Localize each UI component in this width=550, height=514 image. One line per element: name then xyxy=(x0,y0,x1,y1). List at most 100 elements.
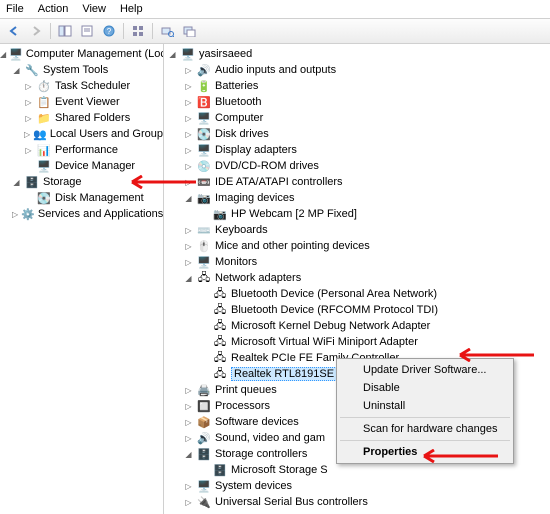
device-net2[interactable]: Bluetooth Device (RFCOMM Protocol TDI) xyxy=(231,304,438,316)
services-icon: ⚙️ xyxy=(21,207,35,221)
device-audio[interactable]: Audio inputs and outputs xyxy=(215,64,336,76)
ctx-properties[interactable]: Properties xyxy=(339,443,511,461)
device-batteries[interactable]: Batteries xyxy=(215,80,258,92)
collapse-icon[interactable]: ◢ xyxy=(184,194,193,203)
device-monitors[interactable]: Monitors xyxy=(215,256,257,268)
tree-local-users[interactable]: Local Users and Groups xyxy=(50,128,164,140)
device-usb[interactable]: Universal Serial Bus controllers xyxy=(215,496,368,508)
tree-root[interactable]: Computer Management (Local xyxy=(26,48,164,60)
expand-icon[interactable]: ▷ xyxy=(184,178,193,187)
device-sound[interactable]: Sound, video and gam xyxy=(215,432,325,444)
expand-icon[interactable]: ▷ xyxy=(24,82,33,91)
expand-icon[interactable]: ▷ xyxy=(184,258,193,267)
menu-help[interactable]: Help xyxy=(120,3,143,15)
adapter-icon: 🖧 xyxy=(212,351,228,365)
expand-icon[interactable]: ▷ xyxy=(24,146,33,155)
processor-icon: 🔲 xyxy=(196,399,212,413)
tree-storage[interactable]: Storage xyxy=(43,176,82,188)
disk-icon: 💽 xyxy=(196,127,212,141)
expand-icon[interactable]: ▷ xyxy=(184,386,193,395)
expand-icon[interactable]: ▷ xyxy=(184,402,193,411)
device-storagectl[interactable]: Storage controllers xyxy=(215,448,307,460)
menu-file[interactable]: File xyxy=(6,3,24,15)
forward-button[interactable] xyxy=(26,21,46,41)
device-net1[interactable]: Bluetooth Device (Personal Area Network) xyxy=(231,288,437,300)
show-hidden-button[interactable] xyxy=(179,21,199,41)
network-icon: 🖧 xyxy=(196,271,212,285)
ctx-uninstall[interactable]: Uninstall xyxy=(339,397,511,415)
tree-shared-folders[interactable]: Shared Folders xyxy=(55,112,130,124)
ctx-update-driver[interactable]: Update Driver Software... xyxy=(339,361,511,379)
expand-icon[interactable]: ▷ xyxy=(184,226,193,235)
device-network[interactable]: Network adapters xyxy=(215,272,301,284)
imaging-icon: 📷 xyxy=(196,191,212,205)
ide-icon: 📼 xyxy=(196,175,212,189)
expand-icon[interactable]: ▷ xyxy=(12,210,18,219)
device-msstorage[interactable]: Microsoft Storage S xyxy=(231,464,328,476)
storage-controller-icon: 🗄️ xyxy=(212,463,228,477)
expand-icon[interactable]: ▷ xyxy=(184,418,193,427)
tree-disk-management[interactable]: Disk Management xyxy=(55,192,144,204)
device-bluetooth[interactable]: Bluetooth xyxy=(215,96,261,108)
device-print[interactable]: Print queues xyxy=(215,384,277,396)
device-webcam[interactable]: HP Webcam [2 MP Fixed] xyxy=(231,208,357,220)
tree-device-manager[interactable]: Device Manager xyxy=(55,160,135,172)
tree-services[interactable]: Services and Applications xyxy=(38,208,163,220)
device-software[interactable]: Software devices xyxy=(215,416,299,428)
device-disk[interactable]: Disk drives xyxy=(215,128,269,140)
device-net3[interactable]: Microsoft Kernel Debug Network Adapter xyxy=(231,320,430,332)
device-computer[interactable]: Computer xyxy=(215,112,263,124)
properties-button[interactable] xyxy=(77,21,97,41)
expand-icon[interactable]: ▷ xyxy=(24,114,33,123)
help-button[interactable]: ? xyxy=(99,21,119,41)
menu-view[interactable]: View xyxy=(82,3,106,15)
collapse-icon[interactable]: ◢ xyxy=(12,66,21,75)
collapse-icon[interactable]: ◢ xyxy=(12,178,21,187)
device-net4[interactable]: Microsoft Virtual WiFi Miniport Adapter xyxy=(231,336,418,348)
collapse-icon[interactable]: ◢ xyxy=(0,50,6,59)
ctx-scan[interactable]: Scan for hardware changes xyxy=(339,420,511,438)
menu-action[interactable]: Action xyxy=(38,3,69,15)
view-icons-button[interactable] xyxy=(128,21,148,41)
device-mice[interactable]: Mice and other pointing devices xyxy=(215,240,370,252)
tree-event-viewer[interactable]: Event Viewer xyxy=(55,96,120,108)
expand-icon[interactable]: ▷ xyxy=(24,130,30,139)
device-root[interactable]: yasirsaeed xyxy=(199,48,252,60)
dvd-icon: 💿 xyxy=(196,159,212,173)
expand-icon[interactable]: ▷ xyxy=(184,162,193,171)
device-processors[interactable]: Processors xyxy=(215,400,270,412)
expand-icon[interactable]: ▷ xyxy=(184,242,193,251)
collapse-icon[interactable]: ◢ xyxy=(184,450,193,459)
tree-system-tools[interactable]: System Tools xyxy=(43,64,108,76)
expand-icon[interactable]: ▷ xyxy=(184,434,193,443)
scan-button[interactable] xyxy=(157,21,177,41)
expand-icon[interactable]: ▷ xyxy=(184,114,193,123)
audio-icon: 🔊 xyxy=(196,63,212,77)
device-imaging[interactable]: Imaging devices xyxy=(215,192,295,204)
device-dvd[interactable]: DVD/CD-ROM drives xyxy=(215,160,319,172)
expand-icon[interactable]: ▷ xyxy=(184,82,193,91)
tree-performance[interactable]: Performance xyxy=(55,144,118,156)
expand-icon[interactable]: ▷ xyxy=(184,482,193,491)
tree-task-scheduler[interactable]: Task Scheduler xyxy=(55,80,130,92)
device-keyboards[interactable]: Keyboards xyxy=(215,224,268,236)
software-icon: 📦 xyxy=(196,415,212,429)
event-viewer-icon: 📋 xyxy=(36,95,52,109)
device-ide[interactable]: IDE ATA/ATAPI controllers xyxy=(215,176,343,188)
expand-icon[interactable]: ▷ xyxy=(184,498,193,507)
expand-icon[interactable]: ▷ xyxy=(184,98,193,107)
adapter-icon: 🖧 xyxy=(212,319,228,333)
show-hide-tree-button[interactable] xyxy=(55,21,75,41)
expand-icon[interactable]: ▷ xyxy=(184,66,193,75)
expand-icon[interactable]: ▷ xyxy=(184,146,193,155)
collapse-icon[interactable]: ◢ xyxy=(184,274,193,283)
collapse-icon[interactable]: ◢ xyxy=(168,50,177,59)
computer-icon: 🖥️ xyxy=(196,111,212,125)
device-display[interactable]: Display adapters xyxy=(215,144,297,156)
expand-icon[interactable]: ▷ xyxy=(24,98,33,107)
expand-icon[interactable]: ▷ xyxy=(184,130,193,139)
ctx-disable[interactable]: Disable xyxy=(339,379,511,397)
back-button[interactable] xyxy=(4,21,24,41)
device-system[interactable]: System devices xyxy=(215,480,292,492)
computer-management-icon: 🖥️ xyxy=(9,47,23,61)
